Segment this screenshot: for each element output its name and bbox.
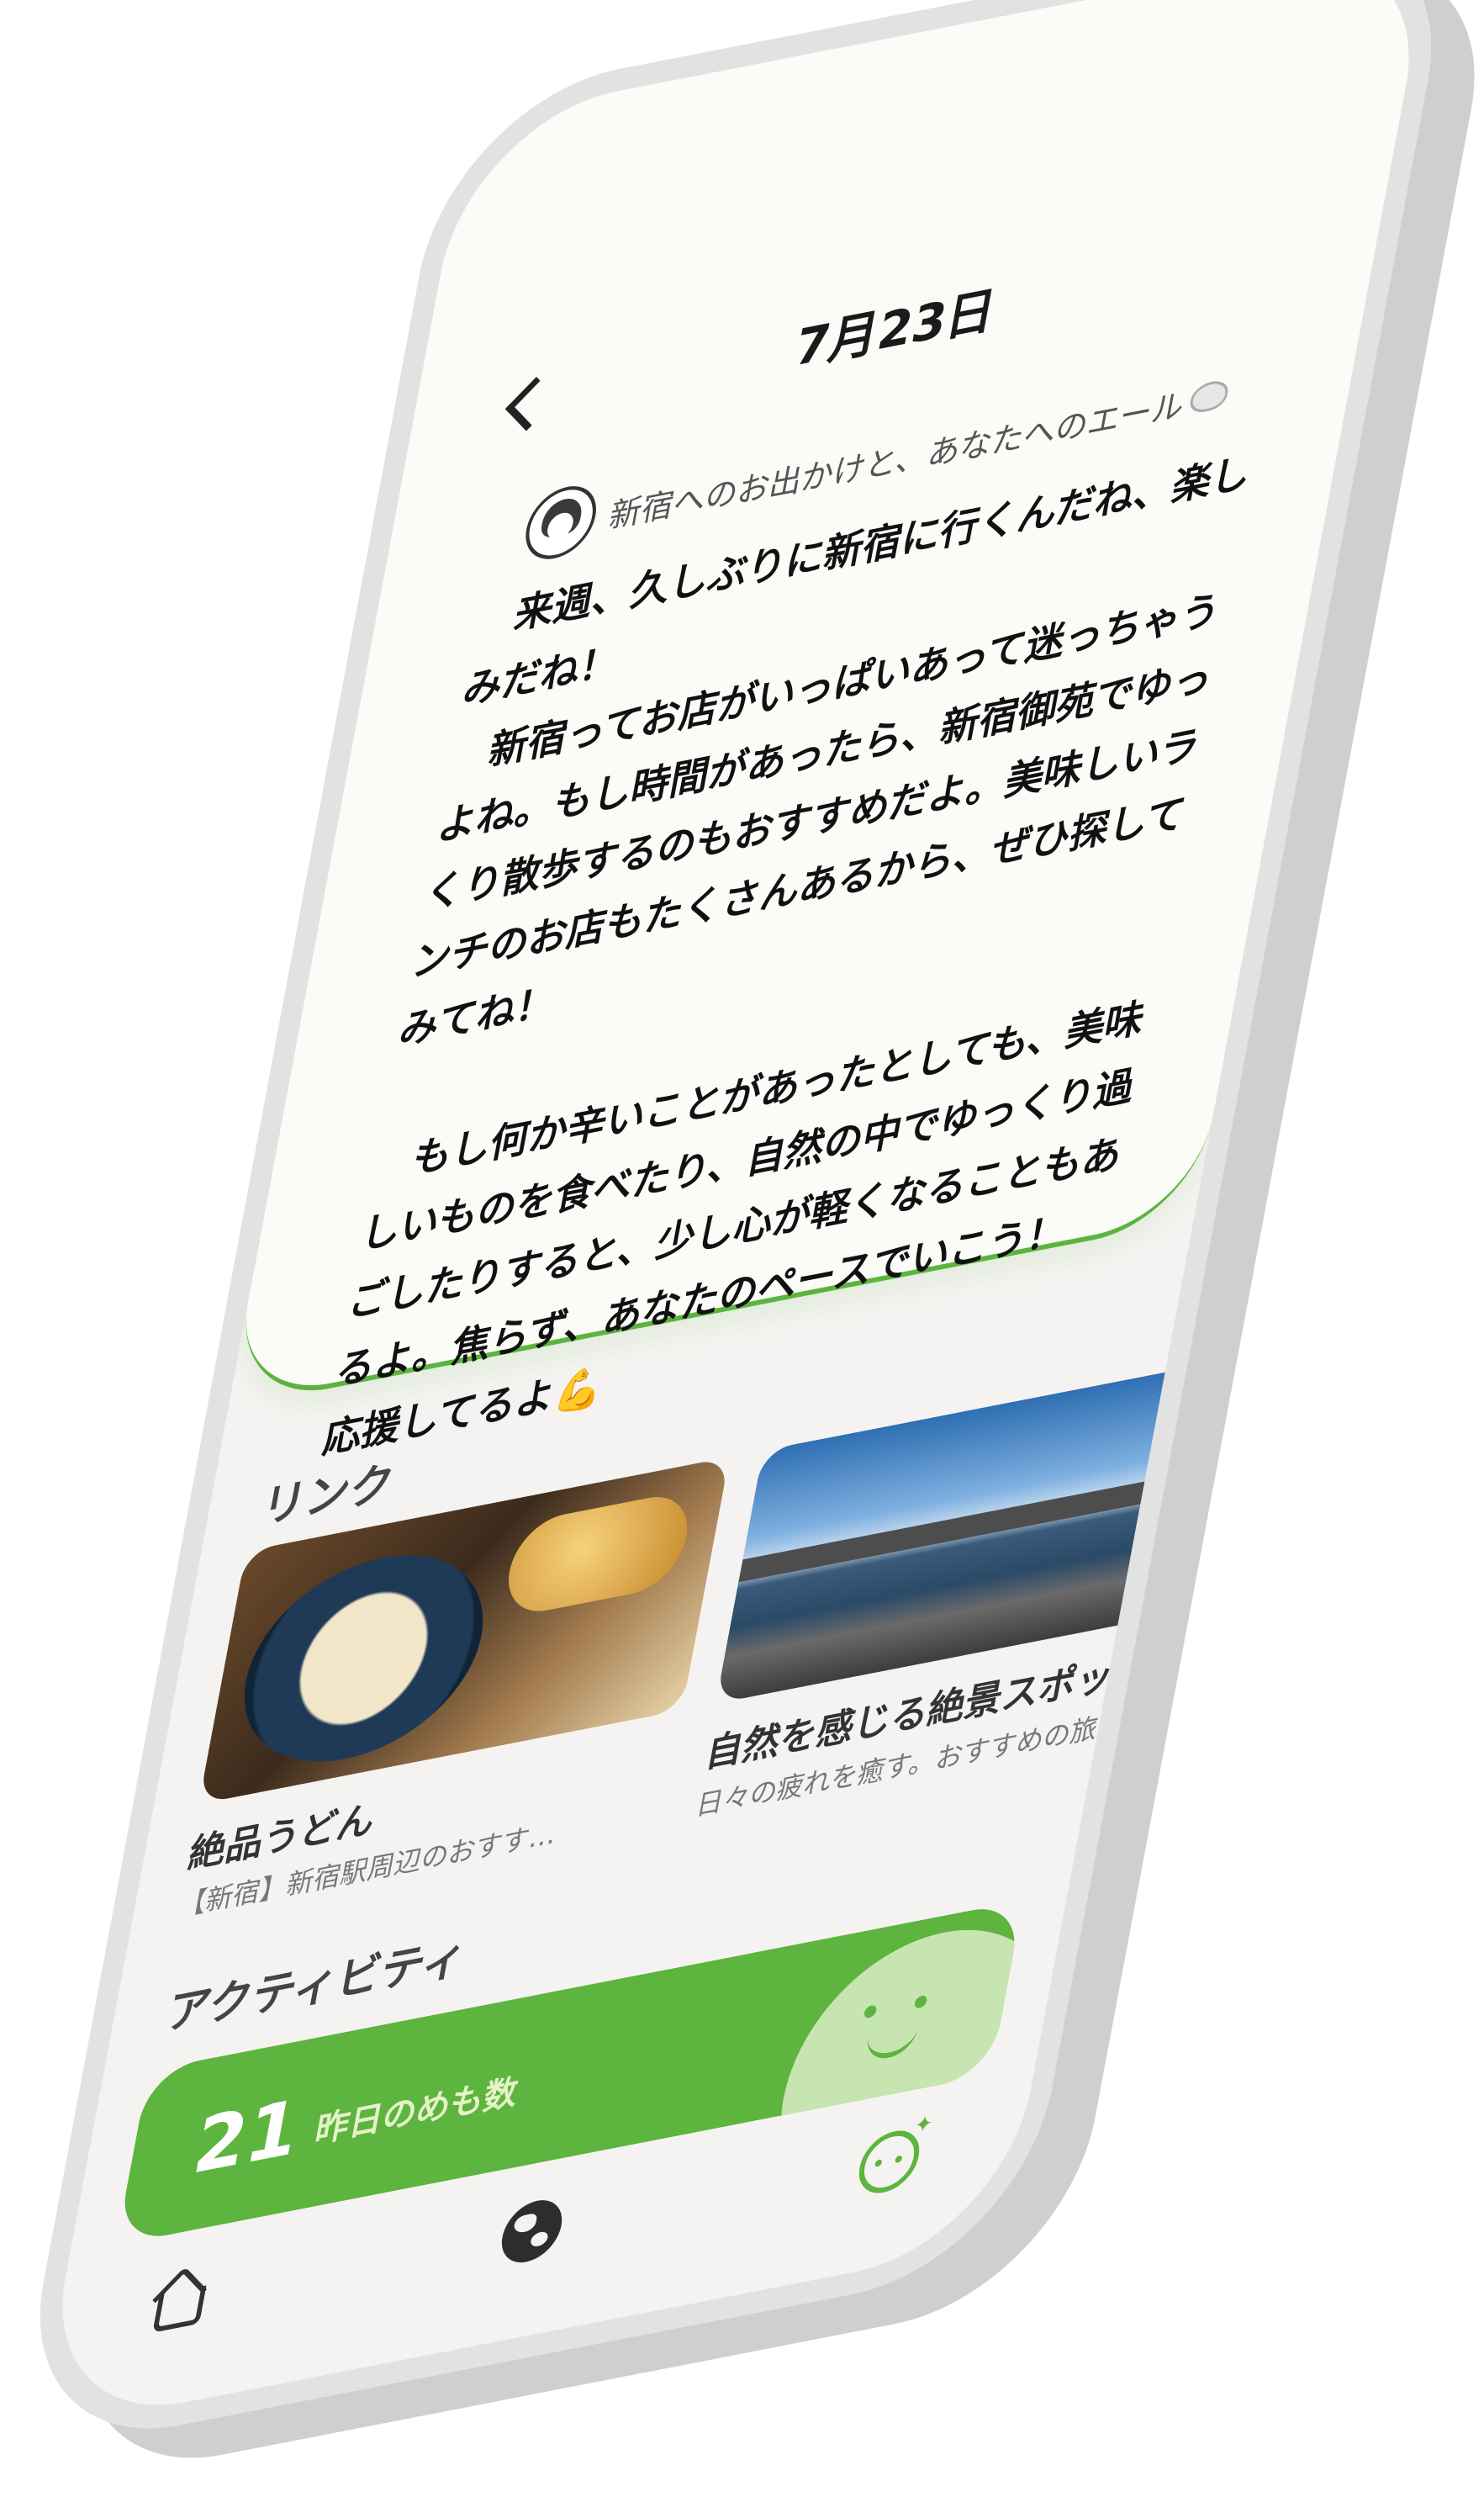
home-icon[interactable] bbox=[144, 2264, 214, 2336]
smile-eye bbox=[913, 1994, 928, 2009]
tempura bbox=[500, 1489, 695, 1620]
onigiri-icon bbox=[1188, 378, 1231, 415]
phone-mockup: 7月23日 新宿へのお出かけと、あなたへのエール 来週、久しぶりに新宿に行くんだ… bbox=[10, 0, 1484, 2488]
activity-label: 昨日のめも数 bbox=[311, 2071, 521, 2151]
activity-count: 21 bbox=[187, 2082, 307, 2192]
face-icon[interactable] bbox=[853, 2125, 925, 2198]
smile-mouth bbox=[863, 2021, 920, 2063]
smile-eye bbox=[863, 2004, 878, 2019]
avatar bbox=[520, 479, 603, 565]
globe-icon[interactable] bbox=[496, 2195, 568, 2268]
udon-bowl bbox=[227, 1535, 500, 1782]
stage: 7月23日 新宿へのお出かけと、あなたへのエール 来週、久しぶりに新宿に行くんだ… bbox=[0, 0, 1484, 2488]
links-section-title: リンク bbox=[256, 1457, 399, 1535]
message-body: 来週、久しぶりに新宿に行くんだね、楽しみだね！ 新宿ってお店がいっぱいあって迷っ… bbox=[319, 448, 1255, 1463]
